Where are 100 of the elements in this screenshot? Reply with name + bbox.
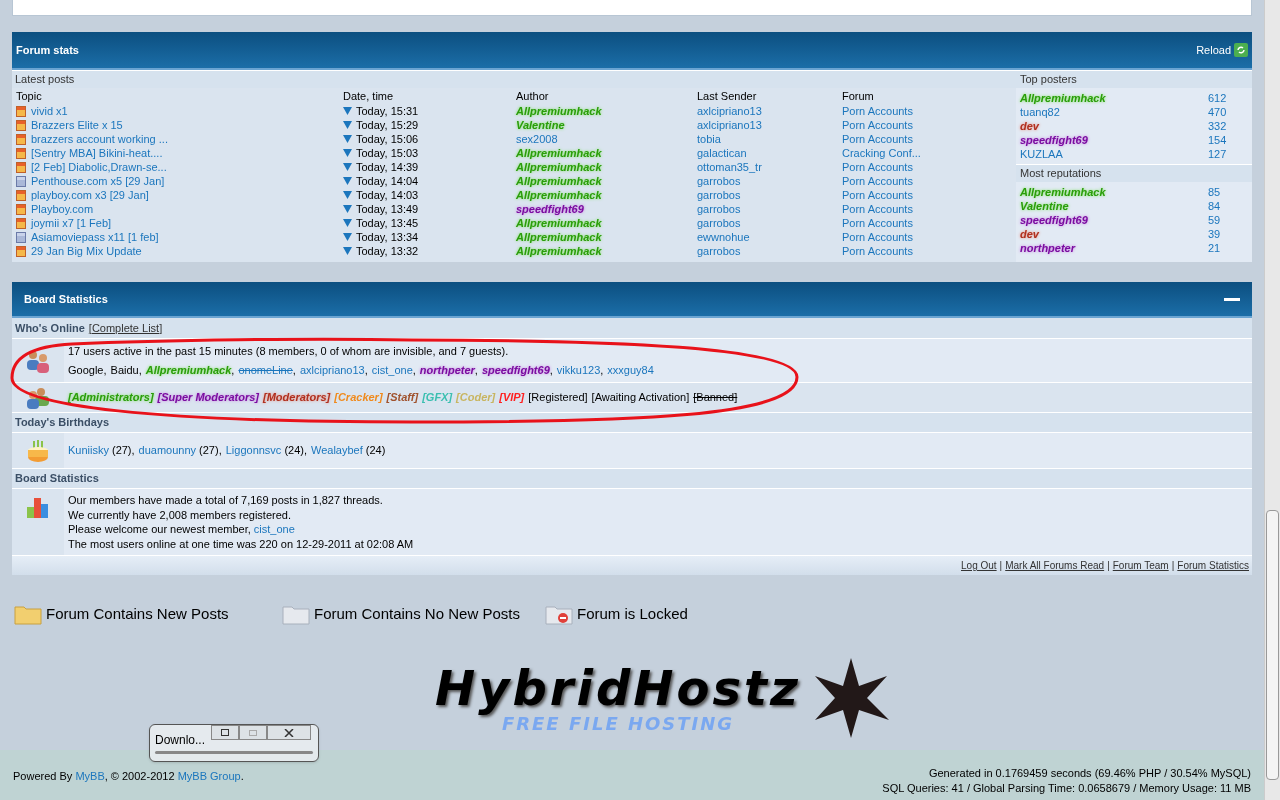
close-icon[interactable] [284,728,294,737]
user-link[interactable]: galactican [697,146,747,159]
user-link[interactable]: speedfight69 [516,202,584,215]
stats-text: Our members have made a total of 7,169 posts in 1,827 threads. [68,493,384,508]
user-link[interactable]: Wealaybef [311,442,363,459]
locked-folder-icon [545,603,573,626]
post-date: Today, 14:04 [356,173,419,189]
footer-link[interactable]: Mark All Forums Read [1005,558,1105,573]
user-link[interactable]: Baidu [110,361,139,378]
forum-link[interactable]: Porn Accounts [842,230,913,243]
group-label: [Coder] [456,390,496,406]
mybb-link[interactable]: MyBB Group [177,767,241,784]
age: (24) [365,443,386,459]
legend-label: Forum Contains No New Posts [314,604,520,624]
user-link[interactable]: xxxguy84 [607,361,654,378]
post-date: Today, 15:29 [356,117,419,133]
close-button[interactable] [267,725,311,740]
user-link[interactable]: Allpremiumhack [1020,91,1106,104]
forum-link[interactable]: Porn Accounts [842,118,913,131]
user-link[interactable]: Valentine [1020,199,1069,212]
folder-icon [282,603,310,626]
forum-link[interactable]: Porn Accounts [842,160,913,173]
scrollbar[interactable] [1264,0,1280,800]
age: (27), [111,443,135,459]
footer-link[interactable]: Forum Statistics [1177,558,1249,573]
user-link[interactable]: dev [1020,119,1039,132]
bar-chart-icon [26,495,50,519]
reload-link[interactable]: Reload [1196,41,1231,59]
user-link[interactable]: Liggonnsvc [225,442,282,459]
user-link[interactable]: Allpremiumhack [516,104,602,117]
count: 332 [1208,118,1227,134]
user-link[interactable]: northpeter [1020,241,1075,254]
complete-list-link[interactable]: [Complete List] [88,319,163,337]
column-header: Forum [842,88,875,104]
user-link[interactable]: Allpremiumhack [516,244,602,257]
user-link[interactable]: cist_one [253,522,295,537]
user-link[interactable]: Allpremiumhack [516,188,602,201]
forum-link[interactable]: Porn Accounts [842,244,913,257]
user-link[interactable]: garrobos [697,174,741,187]
user-link[interactable]: sex2008 [516,132,558,145]
footer-text: Generated in 0.1769459 seconds (69.46% PHP / 30.54% MySQL) [928,765,1251,781]
user-link[interactable]: Allpremiumhack [516,216,602,229]
user-link[interactable]: Kuniisky [68,442,109,459]
user-link[interactable]: garrobos [697,216,741,229]
user-link[interactable]: speedfight69 [481,361,550,378]
footer-link[interactable]: Log Out [961,558,997,573]
user-link[interactable]: KUZLAA [1020,147,1063,160]
user-link[interactable]: axlcipriano13 [697,104,762,117]
footer-link[interactable]: Forum Team [1112,558,1169,573]
column-header: Last Sender [697,88,758,104]
user-link[interactable]: cist_one [371,361,413,378]
user-link[interactable]: Valentine [516,118,565,131]
restore-button[interactable] [211,725,239,740]
forum-link[interactable]: Cracking Conf... [842,146,921,159]
section-heading: Top posters [1016,70,1252,88]
user-link[interactable]: Allpremiumhack [1020,185,1106,198]
user-link[interactable]: dev [1020,227,1039,240]
count: 39 [1208,226,1221,242]
count: 59 [1208,212,1221,228]
user-link[interactable]: speedfight69 [1020,213,1088,226]
logo-tagline: FREE FILE HOSTING [501,713,735,734]
stats-text: The most users online at one time was 220 on 12-29-2011 at 02:08 AM [68,536,415,551]
cake-icon [26,438,50,463]
separator: | [1171,559,1175,573]
forum-link[interactable]: Porn Accounts [842,132,913,145]
user-link[interactable]: axlcipriano13 [299,361,365,378]
separator: , [600,362,604,378]
user-link[interactable]: onomeLine [238,361,293,378]
count: 127 [1208,146,1227,162]
forum-link[interactable]: Porn Accounts [842,202,913,215]
stats-text: We currently have 2,008 members registered. [68,507,292,522]
forum-link[interactable]: Porn Accounts [842,174,913,187]
user-link[interactable]: ewwnohue [697,230,750,243]
panel-title: Forum stats [16,42,79,58]
user-link[interactable]: Allpremiumhack [516,174,602,187]
user-link[interactable]: axlcipriano13 [697,118,762,131]
user-link[interactable]: duamounny [138,442,197,459]
user-link[interactable]: garrobos [697,244,741,257]
post-date: Today, 15:03 [356,145,419,161]
online-summary: 17 users active in the past 15 minutes (8 members, 0 of whom are invisible, and 7 guests). [68,344,510,359]
reload-icon[interactable] [1234,43,1248,57]
logo-text: HybridHostz [435,661,801,714]
forum-link[interactable]: Porn Accounts [842,188,913,201]
user-link[interactable]: ottoman35_tr [697,160,762,173]
user-link[interactable]: garrobos [697,202,741,215]
user-link[interactable]: Allpremiumhack [516,230,602,243]
forum-link[interactable]: Porn Accounts [842,104,913,117]
user-link[interactable]: Allpremiumhack [516,160,602,173]
user-link[interactable]: garrobos [697,188,741,201]
user-link[interactable]: Allpremiumhack [516,146,602,159]
user-link[interactable]: speedfight69 [1020,133,1088,146]
count: 470 [1208,104,1227,120]
user-link[interactable]: Allpremiumhack [145,361,232,378]
section-heading: Today's Birthdays [12,412,1252,432]
user-link[interactable]: tuanq82 [1020,105,1060,118]
user-link[interactable]: tobia [697,132,721,145]
user-link[interactable]: northpeter [419,361,475,378]
forum-link[interactable]: Porn Accounts [842,216,913,229]
group-label: [Super Moderators] [157,390,260,406]
mybb-link[interactable]: MyBB [75,767,105,784]
